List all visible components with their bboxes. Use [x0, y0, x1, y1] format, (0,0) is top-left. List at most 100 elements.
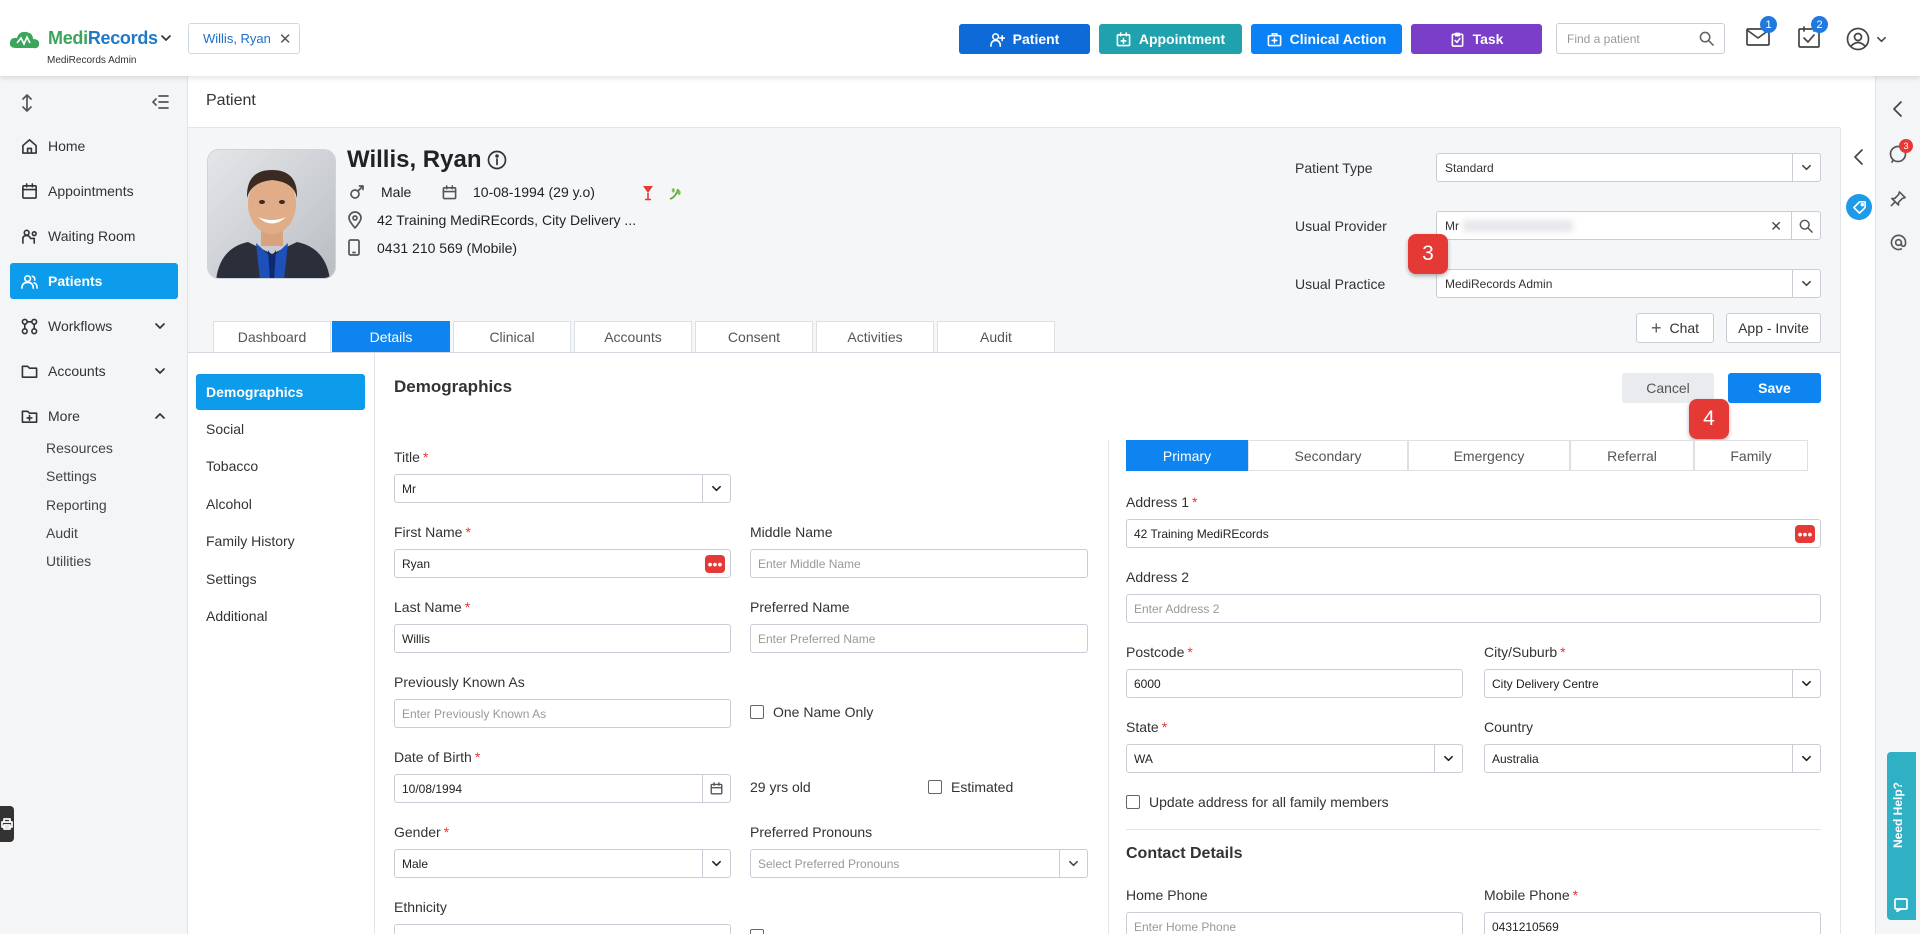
checkbox-box[interactable] [750, 705, 764, 719]
sidebar-item-home[interactable]: Home [10, 128, 178, 164]
sidebar-item-waiting-room[interactable]: Waiting Room [10, 218, 178, 254]
sidebar-subitem-audit[interactable]: Audit [46, 525, 78, 541]
address2-input[interactable]: Enter Address 2 [1126, 594, 1821, 623]
tab-accounts[interactable]: Accounts [574, 321, 692, 352]
update-family-address-checkbox[interactable]: Update address for all family members [1126, 794, 1389, 810]
usual-provider-input[interactable]: Mr ✕ [1436, 211, 1821, 240]
gender-select[interactable]: Male [394, 849, 731, 878]
chevron-down-icon[interactable] [1434, 745, 1462, 772]
preferred-pronouns-select[interactable]: Select Preferred Pronouns [750, 849, 1088, 878]
tab-clinical[interactable]: Clinical [453, 321, 571, 352]
details-nav-demographics[interactable]: Demographics [196, 374, 365, 410]
new-appointment-button[interactable]: Appointment [1099, 24, 1242, 54]
usual-practice-select[interactable]: MediRecords Admin [1436, 269, 1821, 298]
tab-dashboard[interactable]: Dashboard [213, 321, 331, 352]
preferred-pronouns-label: Preferred Pronouns [750, 824, 873, 840]
tab-activities[interactable]: Activities [816, 321, 934, 352]
new-patient-button[interactable]: Patient [959, 24, 1090, 54]
chevron-left-icon[interactable] [1852, 148, 1866, 166]
state-select[interactable]: WA [1126, 744, 1463, 773]
clear-icon[interactable]: ✕ [1770, 218, 1782, 235]
details-nav-tobacco[interactable]: Tobacco [196, 448, 365, 484]
chevron-down-icon[interactable] [1792, 270, 1820, 297]
sidebar-item-more[interactable]: More [10, 398, 178, 434]
pin-icon[interactable] [1890, 190, 1907, 207]
city-select[interactable]: City Delivery Centre [1484, 669, 1821, 698]
tab-audit[interactable]: Audit [937, 321, 1055, 352]
chevron-down-icon[interactable] [1792, 670, 1820, 697]
brand-logo[interactable]: MediRecords MediRecords Admin [8, 22, 178, 70]
more-options-icon[interactable]: ••• [1795, 525, 1815, 543]
address-tab-emergency[interactable]: Emergency [1408, 440, 1570, 471]
chevron-down-icon[interactable] [1792, 745, 1820, 772]
details-nav-family-history[interactable]: Family History [196, 523, 365, 559]
address1-input[interactable]: 42 Training MediREcords ••• [1126, 519, 1821, 548]
first-name-input[interactable]: Ryan ••• [394, 549, 731, 578]
chevron-down-icon[interactable] [702, 850, 730, 877]
clinical-action-button[interactable]: Clinical Action [1251, 24, 1402, 54]
more-options-icon[interactable]: ••• [705, 555, 725, 573]
open-patient-chip[interactable]: Willis, Ryan ✕ [188, 23, 300, 54]
sidebar-subitem-utilities[interactable]: Utilities [46, 553, 91, 569]
estimated-checkbox[interactable]: Estimated [928, 779, 1013, 795]
checkbox-box[interactable] [1126, 795, 1140, 809]
dob-input[interactable]: 10/08/1994 [394, 774, 731, 803]
chevron-down-icon[interactable] [1059, 850, 1087, 877]
postcode-input[interactable]: 6000 [1126, 669, 1463, 698]
mobile-phone-input[interactable]: 0431210569 [1484, 912, 1821, 934]
details-nav-additional[interactable]: Additional [196, 598, 365, 634]
address-tab-primary[interactable]: Primary [1126, 440, 1248, 471]
sidebar-subitem-settings[interactable]: Settings [46, 468, 97, 484]
patient-search-input[interactable]: Find a patient [1556, 23, 1725, 54]
search-icon[interactable] [1799, 219, 1813, 233]
checkbox-box[interactable] [928, 780, 942, 794]
address-tab-referral[interactable]: Referral [1570, 440, 1694, 471]
collapse-sidebar-icon[interactable] [151, 95, 169, 109]
tasks-button[interactable]: 2 [1797, 16, 1828, 51]
chevron-down-icon[interactable] [1792, 154, 1820, 181]
chat-button[interactable]: + Chat [1636, 313, 1714, 343]
chevron-left-icon[interactable] [1891, 100, 1905, 118]
save-button[interactable]: Save [1728, 373, 1821, 403]
sidebar-item-appointments[interactable]: Appointments [10, 173, 178, 209]
previously-known-as-input[interactable]: Enter Previously Known As [394, 699, 731, 728]
tag-button[interactable] [1846, 194, 1872, 220]
user-menu[interactable] [1846, 26, 1888, 52]
patient-type-select[interactable]: Standard [1436, 153, 1821, 182]
info-icon[interactable] [487, 150, 507, 170]
details-nav-alcohol[interactable]: Alcohol [196, 486, 365, 522]
ethnicity-select[interactable] [394, 924, 731, 934]
tab-details[interactable]: Details [332, 321, 450, 352]
at-mention-icon[interactable] [1890, 234, 1907, 251]
address-tab-secondary[interactable]: Secondary [1248, 440, 1408, 471]
new-task-button[interactable]: Task [1411, 24, 1542, 54]
preferred-name-input[interactable]: Enter Preferred Name [750, 624, 1088, 653]
calendar-icon[interactable] [702, 775, 730, 802]
sidebar-item-patients[interactable]: Patients [10, 263, 178, 299]
app-invite-button[interactable]: App - Invite [1726, 313, 1821, 343]
details-nav-social[interactable]: Social [196, 411, 365, 447]
messages-button[interactable]: 1 [1746, 16, 1777, 51]
sidebar-item-accounts[interactable]: Accounts [10, 353, 178, 389]
search-icon[interactable] [1699, 31, 1714, 46]
title-select[interactable]: Mr [394, 474, 731, 503]
address-tab-family[interactable]: Family [1694, 440, 1808, 471]
home-phone-input[interactable]: Enter Home Phone [1126, 912, 1463, 934]
checkbox-box[interactable] [750, 929, 764, 934]
need-help-tab[interactable]: Need Help? [1887, 752, 1916, 920]
chevron-down-icon[interactable] [160, 32, 172, 44]
chevron-down-icon[interactable] [702, 475, 730, 502]
tab-consent[interactable]: Consent [695, 321, 813, 352]
comments-button[interactable]: 3 [1889, 139, 1913, 167]
resize-vertical-icon[interactable] [20, 94, 34, 112]
sidebar-subitem-reporting[interactable]: Reporting [46, 497, 107, 513]
one-name-only-checkbox[interactable]: One Name Only [750, 704, 873, 720]
middle-name-input[interactable]: Enter Middle Name [750, 549, 1088, 578]
sidebar-item-workflows[interactable]: Workflows [10, 308, 178, 344]
close-icon[interactable]: ✕ [279, 30, 292, 48]
last-name-input[interactable]: Willis [394, 624, 731, 653]
details-nav-settings[interactable]: Settings [196, 561, 365, 597]
sidebar-subitem-resources[interactable]: Resources [46, 440, 113, 456]
country-select[interactable]: Australia [1484, 744, 1821, 773]
print-tab[interactable] [0, 806, 14, 842]
